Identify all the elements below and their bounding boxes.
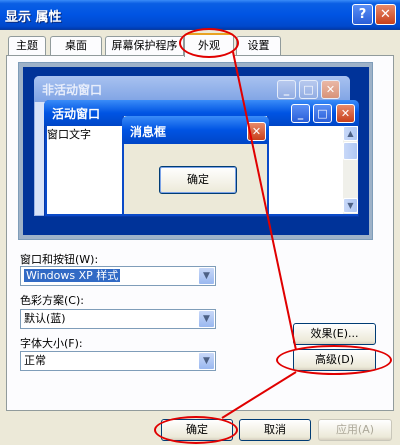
annotation-arrows bbox=[221, 51, 297, 419]
annotation-oval-advanced-button bbox=[276, 345, 392, 375]
annotation-line-tab-to-advanced bbox=[232, 51, 297, 351]
annotation-oval-appearance-tab bbox=[179, 28, 239, 58]
annotation-oval-ok-button bbox=[154, 416, 238, 444]
annotation-line-advanced-to-ok bbox=[221, 371, 297, 419]
